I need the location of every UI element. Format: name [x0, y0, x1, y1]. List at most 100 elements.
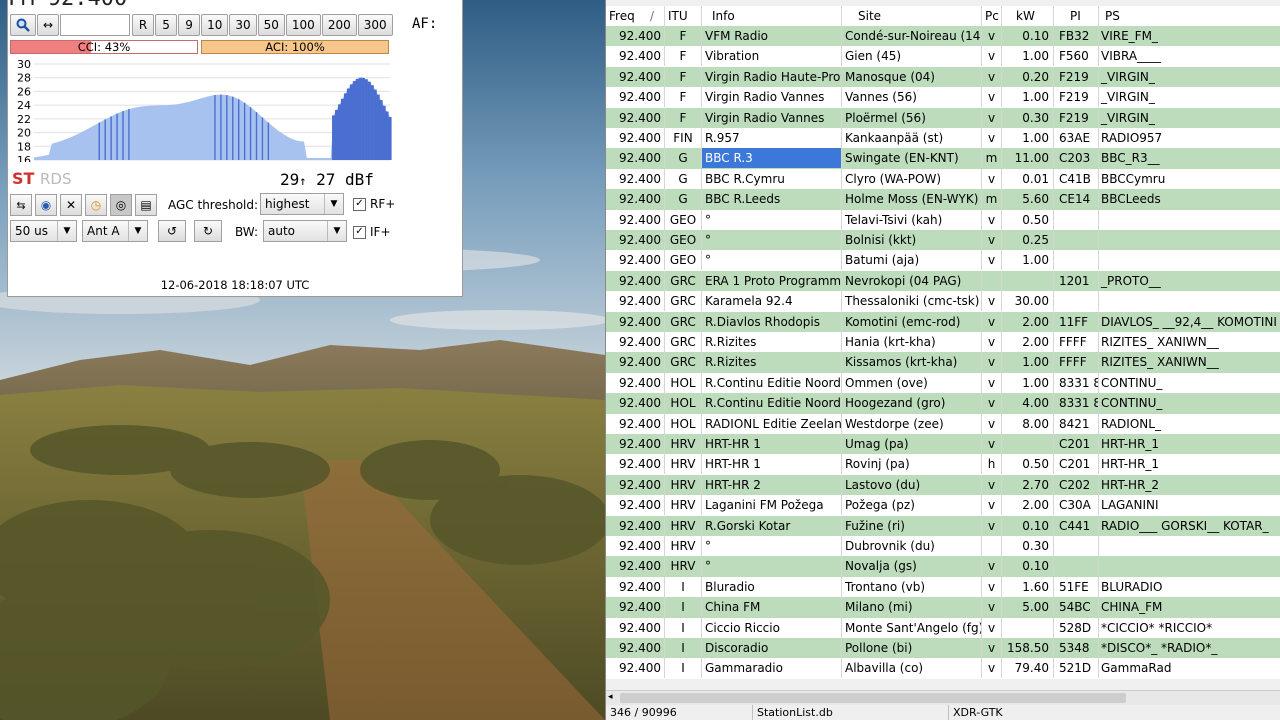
- table-row[interactable]: 92.400 I Bluradio Trontano (vb) v 1.60 51FE BLU…: [606, 576, 1280, 598]
- cell-pol: [982, 270, 1002, 291]
- rotate-cw-icon: ↻: [202, 224, 214, 238]
- scrollbar-thumb[interactable]: [620, 693, 1126, 703]
- rotate-cw-button[interactable]: ↻: [194, 220, 222, 242]
- table-row[interactable]: 92.400 F Vibration Gien (45) v 1.00 F560 VIBRA_…: [606, 46, 1280, 67]
- signal-graph: 3028262422201816: [17, 60, 392, 162]
- table-row[interactable]: 92.400 GRC R.Rizites Hania (krt-kha) v 2.00 FF…: [606, 332, 1280, 353]
- horizontal-scrollbar[interactable]: ◂: [606, 690, 1280, 705]
- table-row[interactable]: 92.400 G BBC R.3 Swingate (EN-KNT) m 11.00 C20…: [606, 148, 1280, 169]
- step-5-button[interactable]: 5: [155, 14, 178, 36]
- cell-site: Condé-sur-Noireau (14): [842, 26, 982, 46]
- cell-freq: 92.400: [606, 474, 665, 495]
- table-row[interactable]: 92.400 I Ciccio Riccio Monte Sant'Angelo (f…: [606, 617, 1280, 638]
- cell-info: R.Continu Editie Noord: [702, 393, 842, 414]
- table-row[interactable]: 92.400 HRV ° Novalja (gs) v 0.10: [606, 556, 1280, 577]
- table-row[interactable]: 92.400 GEO ° Telavi-Tsivi (kah) v 0.50: [606, 209, 1280, 230]
- table-row[interactable]: 92.400 G BBC R.Leeds Holme Moss (EN-WYK) m 5.…: [606, 189, 1280, 210]
- table-row[interactable]: 92.400 HOL R.Continu Editie Noord Hoogezand…: [606, 393, 1280, 414]
- cell-pol: v: [982, 597, 1002, 618]
- step-r-button[interactable]: R: [132, 14, 155, 36]
- cell-kw: 79.40: [1002, 658, 1054, 679]
- table-row[interactable]: 92.400 HRV ° Dubrovnik (du) 0.30: [606, 536, 1280, 557]
- cell-kw: 1.00: [1002, 46, 1054, 67]
- column-header-freq[interactable]: Freq /: [606, 6, 665, 26]
- cell-site: Monte Sant'Angelo (fg): [842, 617, 982, 638]
- table-row[interactable]: 92.400 HOL RADIONL Editie Zeeland Westdorpe…: [606, 413, 1280, 434]
- table-row[interactable]: 92.400 HRV R.Gorski Kotar Fužine (ri) v 0.10 C…: [606, 515, 1280, 536]
- frequency-input[interactable]: [60, 14, 131, 36]
- table-row[interactable]: 92.400 G BBC R.Cymru Clyro (WA-POW) v 0.01 C41…: [606, 168, 1280, 190]
- step-200-button[interactable]: 200: [321, 14, 357, 36]
- cell-ps: BBC_R3__: [1101, 151, 1160, 166]
- cell-pi: CE14: [1054, 189, 1099, 210]
- column-header-ps[interactable]: PS: [1099, 6, 1280, 26]
- column-header-info[interactable]: Info: [702, 6, 842, 26]
- table-row[interactable]: 92.400 F Virgin Radio Vannes Ploërmel (56) v…: [606, 107, 1280, 128]
- step-toggle-button[interactable]: ↔: [37, 14, 60, 36]
- cell-ps: CONTINU_: [1101, 396, 1163, 411]
- column-header-kw[interactable]: kW: [1002, 6, 1054, 26]
- table-row[interactable]: 92.400 FIN R.957 Kankaanpää (st) v 1.00 63AE RA…: [606, 128, 1280, 149]
- rf-plus-checkbox[interactable]: ✓ RF+: [353, 197, 395, 211]
- cell-pi: 54BC: [1054, 597, 1099, 618]
- antenna-select[interactable]: Ant A ▼: [82, 220, 148, 242]
- table-row[interactable]: 92.400 GRC R.Diavlos Rhodopis Komotini (emc…: [606, 311, 1280, 332]
- rds-settings-button[interactable]: ◉: [35, 194, 57, 216]
- settings-button[interactable]: ✕: [60, 194, 82, 216]
- cell-freq: 92.400: [606, 66, 665, 87]
- if-plus-label: IF+: [370, 225, 391, 239]
- table-row[interactable]: 92.400 F Virgin Radio Vannes Vannes (56) v 1.…: [606, 87, 1280, 108]
- column-header-pol[interactable]: Pc: [982, 6, 1002, 26]
- scroll-left-icon[interactable]: ◂: [608, 692, 613, 702]
- cell-freq: 92.400: [606, 270, 665, 291]
- table-row[interactable]: 92.400 HRV HRT-HR 2 Lastovo (du) v 2.70 C202 HR…: [606, 474, 1280, 496]
- rotate-ccw-button[interactable]: ↺: [158, 220, 186, 242]
- search-button[interactable]: [10, 14, 36, 36]
- table-row[interactable]: 92.400FVirgin Radio Haute-ProvenceManosq…: [606, 66, 1280, 88]
- app-name: XDR-GTK: [948, 705, 1003, 720]
- table-row[interactable]: 92.400 GEO ° Bolnisi (kkt) v 0.25: [606, 230, 1280, 251]
- table-row[interactable]: 92.400 I Discoradio Pollone (bi) v 158.50 5348…: [606, 638, 1280, 659]
- spectrum-button[interactable]: ◎: [110, 194, 132, 216]
- graph-y-tick: 20: [17, 127, 31, 140]
- cell-freq: 92.400: [606, 189, 665, 210]
- table-row[interactable]: 92.400 HRV Laganini FM Požega Požega (pz) v 2…: [606, 495, 1280, 516]
- cell-pol: v: [982, 434, 1002, 454]
- table-row[interactable]: 92.400 GRC Karamela 92.4 Thessaloniki (cmc-…: [606, 291, 1280, 312]
- cell-info: R.Rizites: [702, 352, 842, 373]
- connect-button[interactable]: ⇆: [10, 194, 32, 216]
- step-50-button[interactable]: 50: [257, 14, 285, 36]
- column-header-site[interactable]: Site: [842, 6, 982, 26]
- cell-freq: 92.400: [606, 168, 665, 189]
- table-row[interactable]: 92.400 HOL R.Continu Editie Noord Ommen (ov…: [606, 372, 1280, 394]
- table-row[interactable]: 92.400 GRC ERA 1 Proto Programma Nevrokopi …: [606, 270, 1280, 292]
- table-row[interactable]: 92.400 F VFM Radio Condé-sur-Noireau (14) v 0…: [606, 26, 1280, 47]
- cell-freq: 92.400: [606, 515, 665, 536]
- step-10-button[interactable]: 10: [201, 14, 229, 36]
- step-30-button[interactable]: 30: [229, 14, 257, 36]
- log-button[interactable]: ▤: [135, 194, 157, 216]
- table-row[interactable]: 92.400 HRV HRT-HR 1 Umag (pa) v C201 HRT-HR_1: [606, 434, 1280, 455]
- step-9-button[interactable]: 9: [178, 14, 201, 36]
- cell-info: R.Continu Editie Noord: [702, 372, 842, 393]
- step-300-button[interactable]: 300: [357, 14, 393, 36]
- if-plus-checkbox[interactable]: ✓ IF+: [353, 225, 391, 239]
- table-row[interactable]: 92.400 HRV HRT-HR 1 Rovinj (pa) h 0.50 C201 HRT…: [606, 454, 1280, 475]
- table-row[interactable]: 92.400 I China FM Milano (mi) v 5.00 54BC CHINA…: [606, 597, 1280, 618]
- table-row[interactable]: 92.400 GRC R.Rizites Kissamos (krt-kha) v 1.0…: [606, 352, 1280, 373]
- column-header-itu[interactable]: ITU: [665, 6, 702, 26]
- table-row[interactable]: 92.400 GEO ° Batumi (aja) v 1.00: [606, 250, 1280, 271]
- step-100-button[interactable]: 100: [285, 14, 321, 36]
- cell-itu: HOL: [665, 393, 702, 414]
- af-label: AF:: [412, 16, 438, 32]
- scheduler-button[interactable]: ◷: [85, 194, 107, 216]
- deemphasis-select[interactable]: 50 us ▼: [10, 220, 77, 242]
- table-row[interactable]: 92.400 I Gammaradio Albavilla (co) v 79.40 521…: [606, 658, 1280, 679]
- bandwidth-select[interactable]: auto ▼: [263, 220, 347, 242]
- cell-pi: F560: [1054, 46, 1099, 67]
- agc-threshold-select[interactable]: highest ▼: [260, 193, 344, 215]
- cell-info: °: [702, 250, 842, 271]
- cell-site: Komotini (emc-rod): [842, 311, 982, 332]
- column-header-pi[interactable]: PI: [1054, 6, 1099, 26]
- cell-info: Virgin Radio Haute-Provence: [702, 66, 842, 87]
